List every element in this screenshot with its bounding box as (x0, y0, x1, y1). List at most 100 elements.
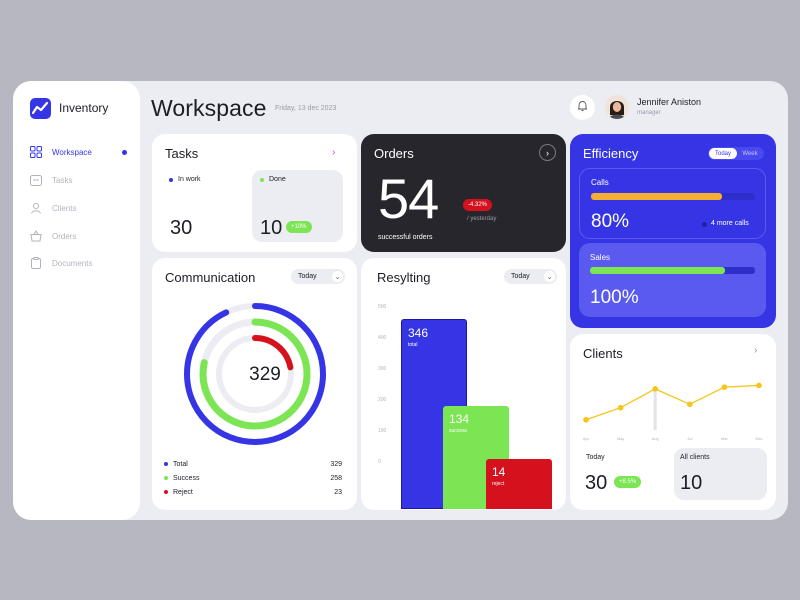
results-period-select[interactable]: Today ⌄ (504, 269, 557, 284)
sales-label: Sales (590, 253, 611, 262)
calls-note: 4 more calls (711, 220, 749, 227)
chevron-right-icon: › (546, 147, 549, 158)
sidebar-item-workspace[interactable]: Workspace (30, 144, 130, 160)
bar-label: success (449, 428, 468, 434)
y-tick-label: 200 (378, 397, 387, 403)
tab-today[interactable]: Today (709, 148, 737, 159)
done-value: 10 (260, 217, 283, 239)
clients-series-line (585, 384, 760, 421)
tasks-title: Tasks (165, 146, 199, 161)
done-change-badge: +10% (286, 221, 312, 233)
x-tick-label: Dec (755, 436, 762, 441)
total-dot (164, 462, 168, 466)
sidebar-item-label: Clients (52, 203, 77, 213)
y-tick-label: 300 (378, 366, 387, 372)
page-title: Workspace (151, 95, 267, 121)
y-tick-label: 0 (378, 459, 381, 465)
sidebar-item-clients[interactable]: Clients (30, 200, 130, 216)
efficiency-title: Efficiency (583, 146, 639, 161)
data-point[interactable] (756, 382, 762, 389)
sidebar-item-documents[interactable]: Documents (30, 255, 130, 271)
x-tick-label: May (617, 436, 625, 441)
notifications-button[interactable] (570, 95, 595, 120)
legend-reject: Reject 23 (164, 487, 342, 497)
logo-icon (30, 98, 51, 119)
reject-dot (164, 490, 168, 494)
data-point[interactable] (687, 401, 693, 408)
chevron-down-icon: ⌄ (544, 271, 555, 282)
in-work-label: In work (169, 176, 201, 183)
done-label: Done (260, 176, 286, 183)
efficiency-period-tabs: Today Week (708, 147, 764, 160)
current-date: Friday, 13 dec 2023 (275, 105, 337, 112)
data-point[interactable] (721, 384, 728, 390)
bar-value: 346 (408, 326, 429, 340)
clients-card: Clients › Apr May Aug Jul Mar Dec Today 30 +8… (570, 334, 776, 510)
orders-card: Orders › 54 -4.32% / yesterday successfu… (361, 134, 566, 252)
chevron-right-icon[interactable]: › (754, 345, 757, 356)
clients-today-label: Today (586, 454, 605, 461)
in-work-value: 30 (170, 217, 193, 239)
y-tick-label: 500 (378, 304, 387, 310)
data-point[interactable] (583, 416, 589, 423)
clients-today-change: +8.5% (614, 476, 642, 488)
user-role: manager (637, 110, 661, 116)
sidebar-item-tasks[interactable]: Tasks (30, 172, 130, 188)
orders-open-button[interactable]: › (539, 144, 556, 161)
user-name: Jennifer Aniston (637, 97, 702, 107)
x-tick-label: Mar (721, 436, 729, 441)
sales-panel: Sales 100% (579, 243, 766, 317)
calendar-icon (30, 174, 42, 186)
x-tick-label: Apr (583, 436, 590, 441)
tasks-card: Tasks › In work 30 Done 10 +10% (152, 134, 357, 252)
clients-line-chart: Apr May Aug Jul Mar Dec (583, 382, 763, 441)
grid-icon (30, 146, 42, 158)
success-dot (164, 476, 168, 480)
sidebar-item-label: Tasks (52, 175, 73, 185)
data-point[interactable] (617, 404, 624, 411)
bar-value: 134 (449, 412, 470, 426)
clients-today-value: 30 (585, 472, 608, 494)
legend-success: Success 258 (164, 473, 342, 483)
y-tick-label: 400 (378, 335, 387, 341)
sales-progress-fill (590, 267, 726, 274)
calls-progress (591, 193, 755, 200)
data-point[interactable] (652, 386, 658, 392)
sales-value: 100% (590, 287, 639, 308)
calls-progress-fill (591, 193, 723, 200)
tab-week[interactable]: Week (737, 148, 763, 159)
orders-value: 54 (378, 167, 439, 230)
sidebar-item-label: Orders (52, 231, 77, 241)
orders-change-caption: / yesterday (467, 216, 497, 222)
chevron-right-icon[interactable]: › (332, 147, 335, 158)
brand-name: Inventory (59, 101, 109, 115)
clipboard-icon (30, 257, 42, 269)
clients-title: Clients (583, 346, 623, 361)
avatar[interactable] (605, 95, 629, 119)
sidebar-item-orders[interactable]: Orders (30, 228, 130, 244)
sidebar-item-label: Documents (52, 258, 93, 268)
chevron-down-icon: ⌄ (332, 271, 343, 282)
bar-reject[interactable]: 14 reject (486, 459, 552, 509)
sidebar: Inventory Workspace Tasks Clients Orders (13, 81, 140, 520)
calls-panel: Calls 80% 4 more calls (579, 168, 766, 239)
x-tick-label: Jul (687, 436, 692, 441)
app-window: Inventory Workspace Tasks Clients Orders (13, 81, 788, 520)
calls-value: 80% (591, 211, 630, 232)
orders-caption: successful orders (378, 234, 433, 241)
info-icon (702, 222, 707, 227)
calls-label: Calls (591, 178, 609, 187)
clients-all-value: 10 (680, 472, 703, 494)
user-icon (30, 202, 42, 214)
communication-period-select[interactable]: Today ⌄ (291, 269, 345, 284)
orders-change-badge: -4.32% (463, 199, 493, 211)
active-indicator (122, 150, 127, 155)
sales-progress (590, 267, 755, 274)
communication-center-value: 329 (249, 364, 281, 385)
y-tick-label: 100 (378, 428, 387, 434)
bar-label: total (408, 342, 418, 348)
legend-total: Total 329 (164, 459, 342, 469)
clients-all-label: All clients (680, 454, 710, 461)
orders-title: Orders (374, 146, 414, 161)
bell-icon (577, 99, 588, 117)
